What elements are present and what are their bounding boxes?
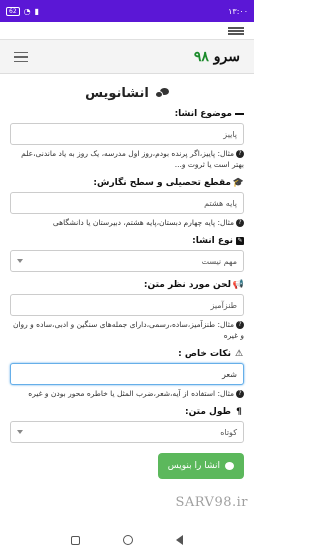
tone-label-text: لحن مورد نظر متن:: [143, 280, 231, 290]
site-navbar: سرو ۹۸: [0, 40, 254, 74]
status-left: 62 ◔ ▮: [6, 6, 40, 16]
brand-number: ۹۸: [193, 48, 209, 65]
page-heading: انشانویس: [10, 86, 244, 101]
topic-label: موضوع انشا:: [10, 109, 244, 119]
length-label-text: طول متن:: [184, 407, 231, 417]
dash-icon: [235, 113, 244, 115]
special-value: شعر: [222, 369, 237, 379]
tone-hint-text: مثال: طنزآمیز،ساده،رسمی،دارای جمله‌های س…: [12, 320, 244, 340]
overflow-menu-icon[interactable]: [228, 26, 244, 35]
question-icon: ?: [236, 219, 244, 227]
chevron-down-icon: [17, 259, 23, 263]
grade-value: پایه هشتم: [204, 198, 237, 208]
signal-icon: ▮: [34, 6, 40, 16]
watermark: SARV98.ir: [175, 495, 248, 510]
main-content: انشانویس موضوع انشا: پاییز ?مثال: پاییز،…: [0, 86, 254, 479]
grade-label-text: مقطع تحصیلی و سطح نگارش:: [93, 178, 231, 188]
submit-button[interactable]: انشا را بنویس: [157, 453, 244, 479]
type-label-text: نوع انشا:: [192, 236, 233, 246]
special-input[interactable]: شعر: [10, 363, 244, 385]
brand-logo[interactable]: سرو ۹۸: [194, 49, 240, 65]
recent-apps-icon[interactable]: [71, 535, 81, 545]
app-bar: [0, 22, 254, 40]
topic-hint-text: مثال: پاییز،اگر پرنده بودم،روز اول مدرسه…: [21, 149, 244, 169]
special-label-text: نکات خاص :: [178, 349, 231, 359]
graduation-cap-icon: 🎓: [232, 178, 244, 188]
bullhorn-icon: 📢: [232, 280, 244, 290]
brand-name: سرو: [213, 48, 240, 65]
grade-input[interactable]: پایه هشتم: [10, 192, 244, 214]
page-title: انشانویس: [85, 86, 149, 101]
back-icon[interactable]: [175, 535, 183, 545]
grade-hint: ?مثال: پایه چهارم دبستان،پایه هشتم، دبیر…: [10, 217, 244, 228]
question-icon: ?: [236, 390, 244, 398]
type-label: ✎ نوع انشا:: [10, 236, 244, 246]
edit-icon: ✎: [236, 237, 244, 245]
comments-icon: [154, 88, 169, 99]
chevron-down-icon: [17, 430, 23, 434]
status-right: ۱۳:۰۰: [228, 7, 248, 16]
status-bar: 62 ◔ ▮ ۱۳:۰۰: [0, 0, 254, 22]
comment-icon: [225, 462, 234, 470]
type-value: مهم نیست: [201, 256, 237, 266]
tone-hint: ?مثال: طنزآمیز،ساده،رسمی،دارای جمله‌های …: [10, 319, 244, 341]
topic-value: پاییز: [223, 129, 237, 139]
length-value: کوتاه: [220, 427, 237, 437]
submit-row: انشا را بنویس: [10, 453, 244, 479]
wifi-icon: ◔: [23, 6, 31, 16]
status-time: ۱۳:۰۰: [228, 6, 248, 16]
grade-label: 🎓 مقطع تحصیلی و سطح نگارش:: [10, 178, 244, 188]
battery-icon: 62: [6, 6, 20, 16]
topic-hint: ?مثال: پاییز،اگر پرنده بودم،روز اول مدرس…: [10, 148, 244, 170]
special-hint: ?مثال: استفاده از آیه،شعر،ضرب المثل یا خ…: [10, 388, 244, 399]
tone-label: 📢 لحن مورد نظر متن:: [10, 280, 244, 290]
topic-input[interactable]: پاییز: [10, 123, 244, 145]
question-icon: ?: [236, 321, 244, 329]
submit-label: انشا را بنویس: [167, 461, 220, 471]
home-icon[interactable]: [122, 535, 133, 545]
question-icon: ?: [236, 150, 244, 158]
grade-hint-text: مثال: پایه چهارم دبستان،پایه هشتم، دبیرس…: [52, 218, 234, 227]
paragraph-icon: ¶: [236, 407, 242, 417]
warning-icon: ⚠: [234, 349, 244, 359]
tone-value: طنزآمیز: [210, 300, 237, 310]
topic-label-text: موضوع انشا:: [174, 109, 232, 119]
length-label: ¶ طول متن:: [10, 407, 244, 417]
hamburger-menu-icon[interactable]: [14, 51, 28, 62]
type-select[interactable]: مهم نیست: [10, 250, 244, 272]
special-label: ⚠ نکات خاص :: [10, 349, 244, 359]
tone-input[interactable]: طنزآمیز: [10, 294, 244, 316]
system-nav-bar: [0, 530, 254, 550]
special-hint-text: مثال: استفاده از آیه،شعر،ضرب المثل یا خا…: [28, 389, 234, 398]
length-select[interactable]: کوتاه: [10, 421, 244, 443]
